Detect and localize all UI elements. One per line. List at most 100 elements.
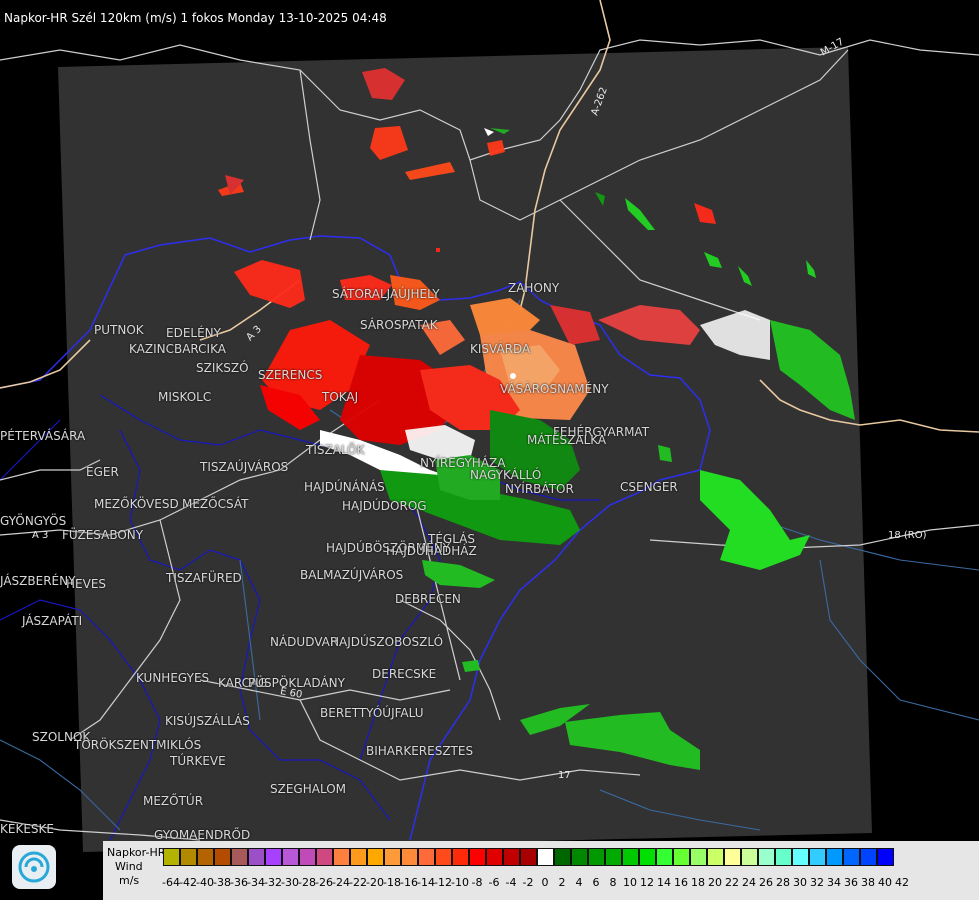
legend-tick-label: -24 — [332, 876, 350, 889]
legend-tick-label: -20 — [366, 876, 384, 889]
legend-swatch — [537, 848, 554, 866]
road-label: A 3 — [32, 530, 49, 541]
place-label: VÁSÁROSNAMÉNY — [500, 382, 609, 396]
legend-tick-label: -4 — [505, 876, 517, 889]
radar-map[interactable] — [0, 0, 979, 900]
place-label: NAGYKÁLLÓ — [470, 468, 542, 482]
place-label: PUTNOK — [94, 323, 144, 337]
legend-tick-label: 32 — [810, 876, 824, 889]
legend-swatch — [826, 848, 843, 866]
legend-tick-label: 24 — [742, 876, 756, 889]
legend-tick-label: -26 — [315, 876, 333, 889]
legend-tick-label: 18 — [691, 876, 705, 889]
legend-tick-label: 16 — [674, 876, 688, 889]
legend-swatch — [792, 848, 809, 866]
legend-tick-label: -32 — [264, 876, 282, 889]
place-label: MEZŐCSÁT — [182, 497, 249, 511]
legend-swatch — [690, 848, 707, 866]
legend-tick-label: 30 — [793, 876, 807, 889]
legend-tick-label: 4 — [575, 876, 583, 889]
place-label: GYOMAENDRŐD — [154, 828, 251, 842]
legend-swatch — [673, 848, 690, 866]
place-label: CSENGER — [620, 480, 678, 494]
legend-swatch — [656, 848, 673, 866]
legend-tick-label: -8 — [471, 876, 483, 889]
legend-swatch — [554, 848, 571, 866]
legend-swatch — [197, 848, 214, 866]
place-label: KÉKESKE — [0, 822, 54, 836]
place-label: KISVÁRDA — [470, 342, 531, 356]
place-label: KUNHEGYES — [136, 671, 210, 685]
legend-tick-label: -42 — [179, 876, 197, 889]
place-label: MÁTÉSZALKA — [527, 433, 607, 447]
legend-tick-label: -30 — [281, 876, 299, 889]
legend-swatch — [231, 848, 248, 866]
legend-swatch — [605, 848, 622, 866]
place-label: EDELÉNY — [166, 326, 221, 340]
place-label: HAJDÚDOROG — [342, 499, 427, 513]
place-label: DEBRECEN — [395, 592, 461, 606]
wind-legend: Napkor-HR Wind m/s -64 -42 -40 -38 -36 -34 -32… — [103, 841, 979, 900]
legend-swatch — [248, 848, 265, 866]
legend-swatch — [622, 848, 639, 866]
legend-swatch — [452, 848, 469, 866]
place-label: HAJDÚNÁNÁS — [304, 480, 385, 494]
legend-swatch — [333, 848, 350, 866]
place-label: BALMAZÚJVÁROS — [300, 568, 404, 582]
place-label: GYÖNGYÖS — [0, 514, 67, 528]
legend-swatch — [639, 848, 656, 866]
legend-swatch — [809, 848, 826, 866]
legend-tick-label: -64 — [162, 876, 180, 889]
legend-tick-label: -2 — [522, 876, 534, 889]
legend-swatch — [384, 848, 401, 866]
place-label: KISÚJSZÁLLÁS — [165, 714, 250, 728]
legend-tick-label: -12 — [434, 876, 452, 889]
legend-swatch — [741, 848, 758, 866]
legend-swatch — [707, 848, 724, 866]
legend-tick-label: -6 — [488, 876, 500, 889]
place-label: SÁROSPATAK — [360, 318, 438, 332]
place-label: SZERENCS — [258, 368, 323, 382]
place-label: PÉTERVÁSÁRA — [0, 429, 86, 443]
legend-tick-label: -40 — [196, 876, 214, 889]
legend-swatch — [214, 848, 231, 866]
legend-swatch — [163, 848, 180, 866]
legend-swatch — [350, 848, 367, 866]
place-label: SÁTORALJAÚJHELY — [332, 287, 440, 301]
place-label: JÁSZBERÉNY — [0, 574, 76, 588]
legend-swatch — [282, 848, 299, 866]
legend-tick-label: 36 — [844, 876, 858, 889]
legend-swatch — [775, 848, 792, 866]
place-label: KAZINCBARCIKA — [129, 342, 226, 356]
legend-tick-label: -38 — [213, 876, 231, 889]
place-label: TISZAFÜRED — [166, 571, 242, 585]
legend-tick-label: 40 — [878, 876, 892, 889]
place-label: TÉGLÁS — [428, 532, 475, 546]
legend-tick-label: 38 — [861, 876, 875, 889]
legend-tick-label: -28 — [298, 876, 316, 889]
legend-swatch — [843, 848, 860, 866]
legend-swatch — [299, 848, 316, 866]
legend-swatch — [316, 848, 333, 866]
legend-swatch — [503, 848, 520, 866]
place-label: EGER — [86, 465, 119, 479]
legend-tick-label: 20 — [708, 876, 722, 889]
legend-tick-label: 14 — [657, 876, 671, 889]
place-label: JÁSZAPÁTI — [22, 614, 83, 628]
legend-tick-label: 0 — [541, 876, 549, 889]
place-label: SZIKSZÓ — [196, 361, 249, 375]
place-label: HAJDÚSZOBOSZLÓ — [330, 635, 444, 649]
place-label: HAJDÚHADHÁZ — [386, 544, 477, 558]
napkor-logo-icon — [12, 845, 56, 889]
legend-swatch — [724, 848, 741, 866]
legend-swatch — [520, 848, 537, 866]
place-label: NÁDUDVAR — [270, 635, 339, 649]
road-label: 18 (RO) — [888, 530, 927, 541]
legend-swatch — [265, 848, 282, 866]
legend-tick-label: -34 — [247, 876, 265, 889]
legend-swatch — [418, 848, 435, 866]
legend-tick-label: 2 — [558, 876, 566, 889]
legend-tick-label: 22 — [725, 876, 739, 889]
legend-tick-label: -14 — [417, 876, 435, 889]
legend-tick-label: -18 — [383, 876, 401, 889]
